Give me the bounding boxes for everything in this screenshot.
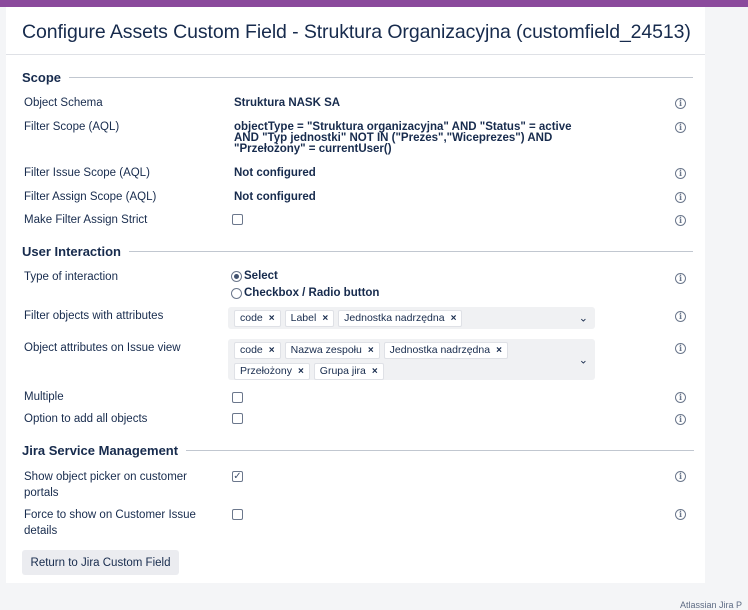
filter-assign-scope-value: Not configured [234,191,316,203]
info-icon[interactable]: i [675,168,686,179]
attribute-tag-label: Jednostka nadrzędna [389,344,491,356]
info-icon[interactable]: i [675,273,686,284]
attribute-tag: Nazwa zespołu × [284,342,380,359]
chevron-down-icon[interactable]: ⌄ [579,353,588,366]
attribute-tag-label: Nazwa zespołu [290,344,362,356]
filter-attributes-select[interactable]: code × Label × Jednostka nadrzędna × ⌄ [228,307,595,329]
close-icon[interactable]: × [269,344,275,357]
filter-assign-strict-label: Make Filter Assign Strict [24,214,148,226]
force-customer-issue-label-line: Force to show on Customer Issue [24,509,196,521]
info-icon[interactable]: i [675,122,686,133]
filter-attributes-label: Filter objects with attributes [24,310,164,322]
filter-issue-scope-value: Not configured [234,167,316,179]
object-picker-portal-label: Show object picker on customer portals [24,469,187,501]
object-picker-portal-checkbox[interactable]: ✓ [232,471,243,482]
section-user-interaction: User Interaction [22,244,693,259]
section-user-interaction-heading: User Interaction [22,244,121,259]
section-jsm-heading: Jira Service Management [22,443,179,458]
radio-checkbox-radio[interactable]: Checkbox / Radio button [231,287,379,299]
page-title: Configure Assets Custom Field - Struktur… [22,21,691,43]
close-icon[interactable]: × [368,344,374,357]
close-icon[interactable]: × [451,312,457,325]
info-icon[interactable]: i [675,311,686,322]
filter-assign-scope-label: Filter Assign Scope (AQL) [24,191,157,203]
attribute-tag-label: Label [290,312,317,324]
info-icon[interactable]: i [675,392,686,403]
attribute-tag-label: code [240,312,263,324]
section-jsm: Jira Service Management [22,443,695,458]
interaction-type-label: Type of interaction [24,271,118,283]
return-to-custom-field-button[interactable]: Return to Jira Custom Field [22,550,179,575]
force-customer-issue-label: Force to show on Customer Issue details [24,507,196,539]
force-customer-issue-checkbox[interactable] [232,509,243,520]
chevron-down-icon[interactable]: ⌄ [579,312,588,325]
filter-scope-value: objectType = "Struktura organizacyjna" A… [234,121,572,155]
object-picker-portal-label-line: Show object picker on customer [24,471,187,483]
info-icon[interactable]: i [675,343,686,354]
radio-select-label: Select [244,270,278,282]
radio-select-control[interactable] [231,270,242,282]
info-icon[interactable]: i [675,471,686,482]
attribute-tag: code × [234,310,281,327]
close-icon[interactable]: × [269,312,275,325]
attribute-tag-label: Jednostka nadrzędna [344,312,445,324]
close-icon[interactable]: × [322,312,328,325]
radio-checkbox-radio-control[interactable] [231,287,242,299]
close-icon[interactable]: × [298,365,304,378]
config-panel: Configure Assets Custom Field - Struktur… [6,7,705,583]
issue-view-attributes-label: Object attributes on Issue view [24,342,181,354]
object-picker-portal-label-line: portals [24,487,59,499]
section-divider [128,251,693,252]
info-icon[interactable]: i [675,98,686,109]
attribute-tag-label: Grupa jira [319,365,366,377]
top-app-bar [0,0,748,7]
close-icon[interactable]: × [372,365,378,378]
section-scope: Scope [22,70,694,85]
footer-text: Atlassian Jira P [680,600,743,610]
close-icon[interactable]: × [496,344,502,357]
section-divider [186,450,695,451]
info-icon[interactable]: i [675,414,686,425]
add-all-objects-label: Option to add all objects [24,413,148,425]
multiple-label: Multiple [24,391,64,403]
issue-view-attributes-select[interactable]: code × Nazwa zespołu × Jednostka nadrzędna… [228,339,595,380]
filter-assign-strict-checkbox[interactable] [232,214,243,225]
add-all-objects-checkbox[interactable] [232,413,243,424]
attribute-tag: code × [234,342,281,359]
attribute-tag-label: code [240,344,263,356]
radio-select[interactable]: Select [231,270,278,282]
section-divider [69,77,694,78]
radio-checkbox-radio-label: Checkbox / Radio button [244,287,380,299]
info-icon[interactable]: i [675,509,686,520]
attribute-tag-label: Przełożony [240,365,292,377]
attribute-tag: Jednostka nadrzędna × [383,342,508,359]
title-divider [6,54,705,55]
attribute-tag: Przełożony × [234,363,310,380]
filter-issue-scope-label: Filter Issue Scope (AQL) [24,167,150,179]
section-scope-heading: Scope [22,70,62,85]
force-customer-issue-label-line: details [24,525,58,537]
attribute-tag: Jednostka nadrzędna × [338,310,463,327]
attribute-tag: Label × [284,310,335,327]
filter-scope-line: "Przełożony" = currentUser() [234,143,392,155]
info-icon[interactable]: i [675,215,686,226]
object-schema-value: Struktura NASK SA [234,97,341,109]
multiple-checkbox[interactable] [232,392,243,403]
object-schema-label: Object Schema [24,97,103,109]
filter-scope-label: Filter Scope (AQL) [24,121,120,133]
attribute-tag: Grupa jira × [313,363,384,380]
info-icon[interactable]: i [675,192,686,203]
